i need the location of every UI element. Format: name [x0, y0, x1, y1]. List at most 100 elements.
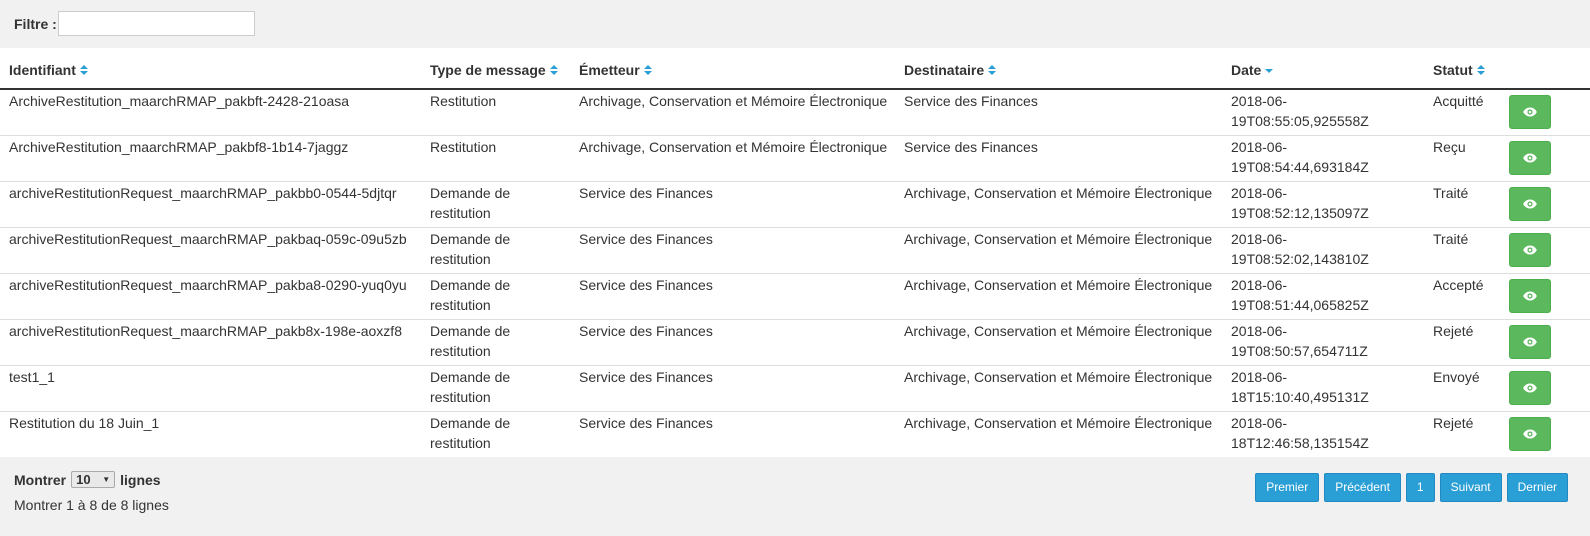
cell-status: Accepté: [1424, 272, 1507, 319]
cell-actions: [1507, 134, 1590, 181]
cell-recipient: Archivage, Conservation et Mémoire Élect…: [895, 410, 1222, 457]
cell-status: Envoyé: [1424, 364, 1507, 411]
cell-actions: [1507, 89, 1590, 135]
cell-identifier: archiveRestitutionRequest_maarchRMAP_pak…: [0, 180, 421, 227]
rows-per-page: Montrer 10 ▼ lignes: [14, 471, 161, 488]
cell-status: Rejeté: [1424, 410, 1507, 457]
eye-icon: [1523, 378, 1537, 398]
view-message-button[interactable]: [1509, 233, 1551, 267]
cell-date-line1: 2018-06-: [1231, 230, 1288, 247]
cell-sender: Service des Finances: [570, 226, 895, 273]
cell-sender: Service des Finances: [570, 318, 895, 365]
column-header-0[interactable]: Identifiant: [0, 48, 421, 90]
cell-date-line1: 2018-06-: [1231, 184, 1288, 201]
table-footer: Montrer 10 ▼ lignes Montrer 1 à 8 de 8 l…: [0, 457, 1590, 527]
sort-icon[interactable]: [1476, 64, 1485, 76]
cell-date-line2: 19T08:50:57,654711Z: [1231, 342, 1368, 359]
cell-actions: [1507, 318, 1590, 365]
cell-identifier: Restitution du 18 Juin_1: [0, 410, 421, 457]
cell-date-line2: 19T08:55:05,925558Z: [1231, 113, 1369, 129]
view-message-button[interactable]: [1509, 95, 1551, 130]
previous-page-button[interactable]: Précédent: [1324, 473, 1401, 502]
cell-date: 2018-06- 18T12:46:58,135154Z: [1222, 410, 1424, 457]
sort-icon[interactable]: [549, 64, 558, 76]
column-header-1[interactable]: Type de message: [421, 48, 570, 90]
sort-icon[interactable]: [79, 64, 88, 76]
cell-date: 2018-06- 19T08:52:12,135097Z: [1222, 180, 1424, 227]
cell-date: 2018-06- 19T08:50:57,654711Z: [1222, 318, 1424, 365]
table-row: Restitution du 18 Juin_1 Demande de resti…: [0, 410, 1590, 457]
cell-date-line1: 2018-06-: [1231, 276, 1288, 293]
cell-date: 2018-06- 19T08:51:44,065825Z: [1222, 272, 1424, 319]
cell-status: Traité: [1424, 226, 1507, 273]
table-body: ArchiveRestitution_maarchRMAP_pakbft-242…: [0, 89, 1590, 457]
cell-recipient: Service des Finances: [904, 93, 1038, 109]
column-header-label: Type de message: [430, 62, 546, 78]
sort-icon[interactable]: [988, 64, 997, 76]
filter-input[interactable]: [57, 10, 255, 36]
last-page-button[interactable]: Dernier: [1506, 473, 1568, 502]
cell-date-line1: 2018-06-: [1231, 414, 1288, 431]
view-message-button[interactable]: [1509, 325, 1551, 359]
eye-icon: [1523, 424, 1537, 444]
view-message-button[interactable]: [1509, 187, 1551, 221]
cell-date-line1: 2018-06-: [1231, 368, 1288, 385]
cell-identifier: test1_1: [0, 364, 421, 411]
cell-identifier: ArchiveRestitution_maarchRMAP_pakbf8-1b1…: [0, 134, 421, 181]
cell-message-type: Demande de restitution: [421, 318, 570, 365]
column-header-3[interactable]: Destinataire: [895, 48, 1222, 90]
cell-message-type: Restitution: [430, 93, 497, 109]
cell-recipient: Archivage, Conservation et Mémoire Élect…: [895, 180, 1222, 227]
cell-recipient: Archivage, Conservation et Mémoire Élect…: [895, 226, 1222, 273]
cell-identifier: archiveRestitutionRequest_maarchRMAP_pak…: [0, 226, 421, 273]
cell-date-line1: 2018-06-: [1231, 93, 1288, 109]
view-message-button[interactable]: [1509, 417, 1551, 452]
cell-date-line2: 19T08:51:44,065825Z: [1231, 296, 1369, 313]
column-header-label: Destinataire: [904, 62, 985, 78]
show-label: Montrer: [14, 471, 67, 488]
eye-icon: [1523, 194, 1537, 214]
rows-suffix: lignes: [120, 471, 161, 488]
cell-message-type: Demande de restitution: [421, 272, 570, 319]
rows-per-page-select[interactable]: 10 ▼: [71, 471, 116, 488]
column-header-label: Émetteur: [579, 62, 640, 78]
view-message-button[interactable]: [1509, 141, 1551, 175]
cell-recipient: Archivage, Conservation et Mémoire Élect…: [895, 272, 1222, 319]
column-header-4[interactable]: Date: [1222, 48, 1424, 90]
table-row: archiveRestitutionRequest_maarchRMAP_pak…: [0, 272, 1590, 319]
cell-sender: Service des Finances: [570, 272, 895, 319]
filter-label: Filtre :: [14, 16, 57, 32]
cell-identifier: ArchiveRestitution_maarchRMAP_pakbft-242…: [9, 93, 350, 109]
cell-status: Rejeté: [1424, 318, 1507, 365]
view-message-button[interactable]: [1509, 279, 1551, 313]
cell-actions: [1507, 226, 1590, 273]
table-row: archiveRestitutionRequest_maarchRMAP_pak…: [0, 180, 1590, 227]
cell-actions: [1507, 272, 1590, 319]
cell-date-line2: 18T15:10:40,495131Z: [1231, 388, 1369, 405]
column-header-2[interactable]: Émetteur: [570, 48, 895, 90]
cell-sender: Archivage, Conservation et Mémoire Élect…: [579, 93, 888, 109]
cell-date: 2018-06- 19T08:52:02,143810Z: [1222, 226, 1424, 273]
rows-per-page-value: 10: [76, 472, 91, 487]
cell-date: 2018-06- 18T15:10:40,495131Z: [1222, 364, 1424, 411]
messages-table: Identifiant Type de message Émetteur Destin…: [0, 48, 1590, 457]
cell-actions: [1507, 180, 1590, 227]
pagination: Premier Précédent 1 Suivant Dernier: [1255, 473, 1568, 502]
cell-status: Traité: [1424, 180, 1507, 227]
cell-date-line2: 19T08:52:12,135097Z: [1231, 204, 1369, 221]
page-1-button[interactable]: 1: [1405, 473, 1435, 502]
cell-date-line2: 19T08:52:02,143810Z: [1231, 250, 1369, 267]
column-header-actions: [1507, 48, 1590, 90]
table-row: archiveRestitutionRequest_maarchRMAP_pak…: [0, 226, 1590, 273]
next-page-button[interactable]: Suivant: [1439, 473, 1502, 502]
column-header-5[interactable]: Statut: [1424, 48, 1507, 90]
sort-desc-icon[interactable]: [1265, 64, 1274, 76]
sort-icon[interactable]: [643, 64, 652, 76]
first-page-button[interactable]: Premier: [1255, 473, 1320, 502]
cell-message-type: Demande de restitution: [421, 180, 570, 227]
pagination-info: Montrer 1 à 8 de 8 lignes: [14, 497, 169, 513]
view-message-button[interactable]: [1509, 371, 1551, 405]
eye-icon: [1523, 332, 1537, 352]
cell-status: Acquitté: [1433, 93, 1484, 109]
cell-date: 2018-06- 19T08:55:05,925558Z: [1222, 89, 1424, 135]
